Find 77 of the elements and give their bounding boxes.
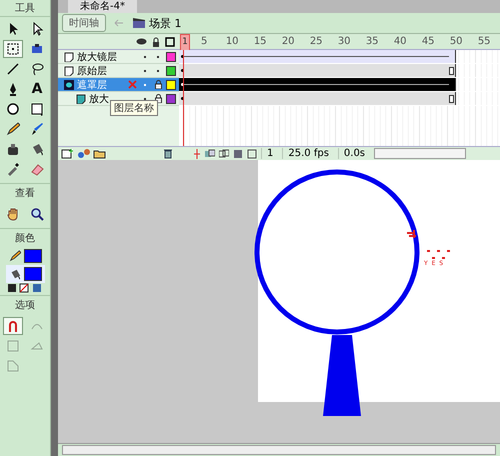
scrollbar[interactable]	[62, 445, 496, 455]
section-title: 查看	[0, 183, 50, 202]
paint-bucket-icon	[8, 268, 20, 280]
frame-number: 5	[201, 36, 208, 47]
outline-swatch[interactable]	[166, 94, 176, 104]
panel-title: 工具	[0, 0, 50, 17]
onion-skin-icon[interactable]	[205, 148, 215, 158]
straighten-icon	[6, 339, 20, 353]
frame-number: 15	[254, 36, 267, 47]
outline-icon[interactable]	[165, 36, 175, 46]
section-title: 选项	[0, 295, 50, 314]
frame-number: 20	[282, 36, 295, 47]
frame-rate: 25.0 fps	[282, 148, 334, 159]
mask-layer-icon	[64, 80, 74, 90]
line-icon	[6, 62, 20, 76]
elapsed-time: 0.0s	[338, 148, 370, 159]
rectangle-icon	[30, 102, 44, 116]
outline-swatch[interactable]	[166, 80, 176, 90]
tool-button[interactable]: A	[27, 80, 47, 98]
markers-icon[interactable]	[247, 148, 257, 158]
brush-icon	[30, 122, 44, 136]
section-title: 颜色	[0, 228, 50, 247]
frame-span[interactable]	[179, 50, 456, 63]
pencil-icon	[6, 122, 20, 136]
tool-button[interactable]	[3, 40, 23, 58]
frame-number: 25	[310, 36, 323, 47]
eyedropper-icon	[6, 162, 20, 176]
outline-swatch[interactable]	[166, 52, 176, 62]
frame-number: 10	[226, 36, 239, 47]
scale-icon	[6, 359, 20, 373]
frame-grid[interactable]	[179, 50, 500, 146]
transform-icon	[6, 42, 20, 56]
timeline-button[interactable]: 时间轴	[62, 14, 106, 32]
current-frame: 1	[261, 148, 278, 159]
masked-layer-icon	[76, 94, 86, 104]
pencil-icon	[8, 250, 20, 262]
eye-icon[interactable]	[136, 38, 147, 45]
frame-ruler[interactable]: 1 5 10 15 20 25 30 35 40 45 50 55	[179, 34, 500, 50]
edit-frames-icon[interactable]	[233, 148, 243, 158]
frame-span[interactable]	[179, 78, 456, 91]
magnet-icon	[6, 319, 20, 333]
layer-name: 放大镜层	[77, 50, 118, 64]
lock-icon[interactable]	[152, 36, 160, 46]
document-tab[interactable]: 未命名-4*	[68, 0, 137, 13]
onion-outline-icon[interactable]	[219, 148, 229, 158]
outline-swatch[interactable]	[166, 66, 176, 76]
add-guide-icon[interactable]	[77, 148, 91, 159]
frame-number: 45	[422, 36, 435, 47]
frame-number: 40	[394, 36, 407, 47]
lock-icon[interactable]	[154, 80, 162, 89]
frame-number: 30	[338, 36, 351, 47]
trash-icon[interactable]	[163, 148, 173, 159]
center-frame-icon[interactable]	[193, 148, 201, 158]
oval-icon	[6, 102, 20, 116]
scene-name: 场景 1	[149, 16, 182, 30]
ink-bottle-icon	[6, 142, 20, 156]
paint-bucket-icon	[30, 142, 44, 156]
layer-name: 原始层	[77, 64, 108, 78]
layer-row[interactable]: 放大镜层	[58, 50, 179, 64]
playhead[interactable]: 1	[180, 34, 190, 51]
eraser-icon	[30, 162, 44, 176]
color-control[interactable]	[6, 265, 44, 283]
layer-name: 放大	[89, 92, 110, 106]
hand-icon	[6, 207, 20, 221]
gradient-icon	[30, 42, 44, 56]
frame-number: 50	[450, 36, 463, 47]
magnifier-icon	[30, 207, 44, 221]
tooltip: 图层名称	[110, 100, 158, 116]
frame-number: 35	[366, 36, 379, 47]
frame-number: 55	[478, 36, 491, 47]
scrollbar[interactable]	[374, 148, 466, 159]
layer-name: 遮罩层	[77, 78, 108, 92]
clapperboard-icon	[132, 17, 146, 29]
lasso-icon	[30, 62, 44, 76]
add-layer-icon[interactable]	[61, 148, 75, 159]
color-buttons-icon[interactable]	[7, 283, 43, 293]
stage-marks-drawing	[407, 230, 450, 259]
